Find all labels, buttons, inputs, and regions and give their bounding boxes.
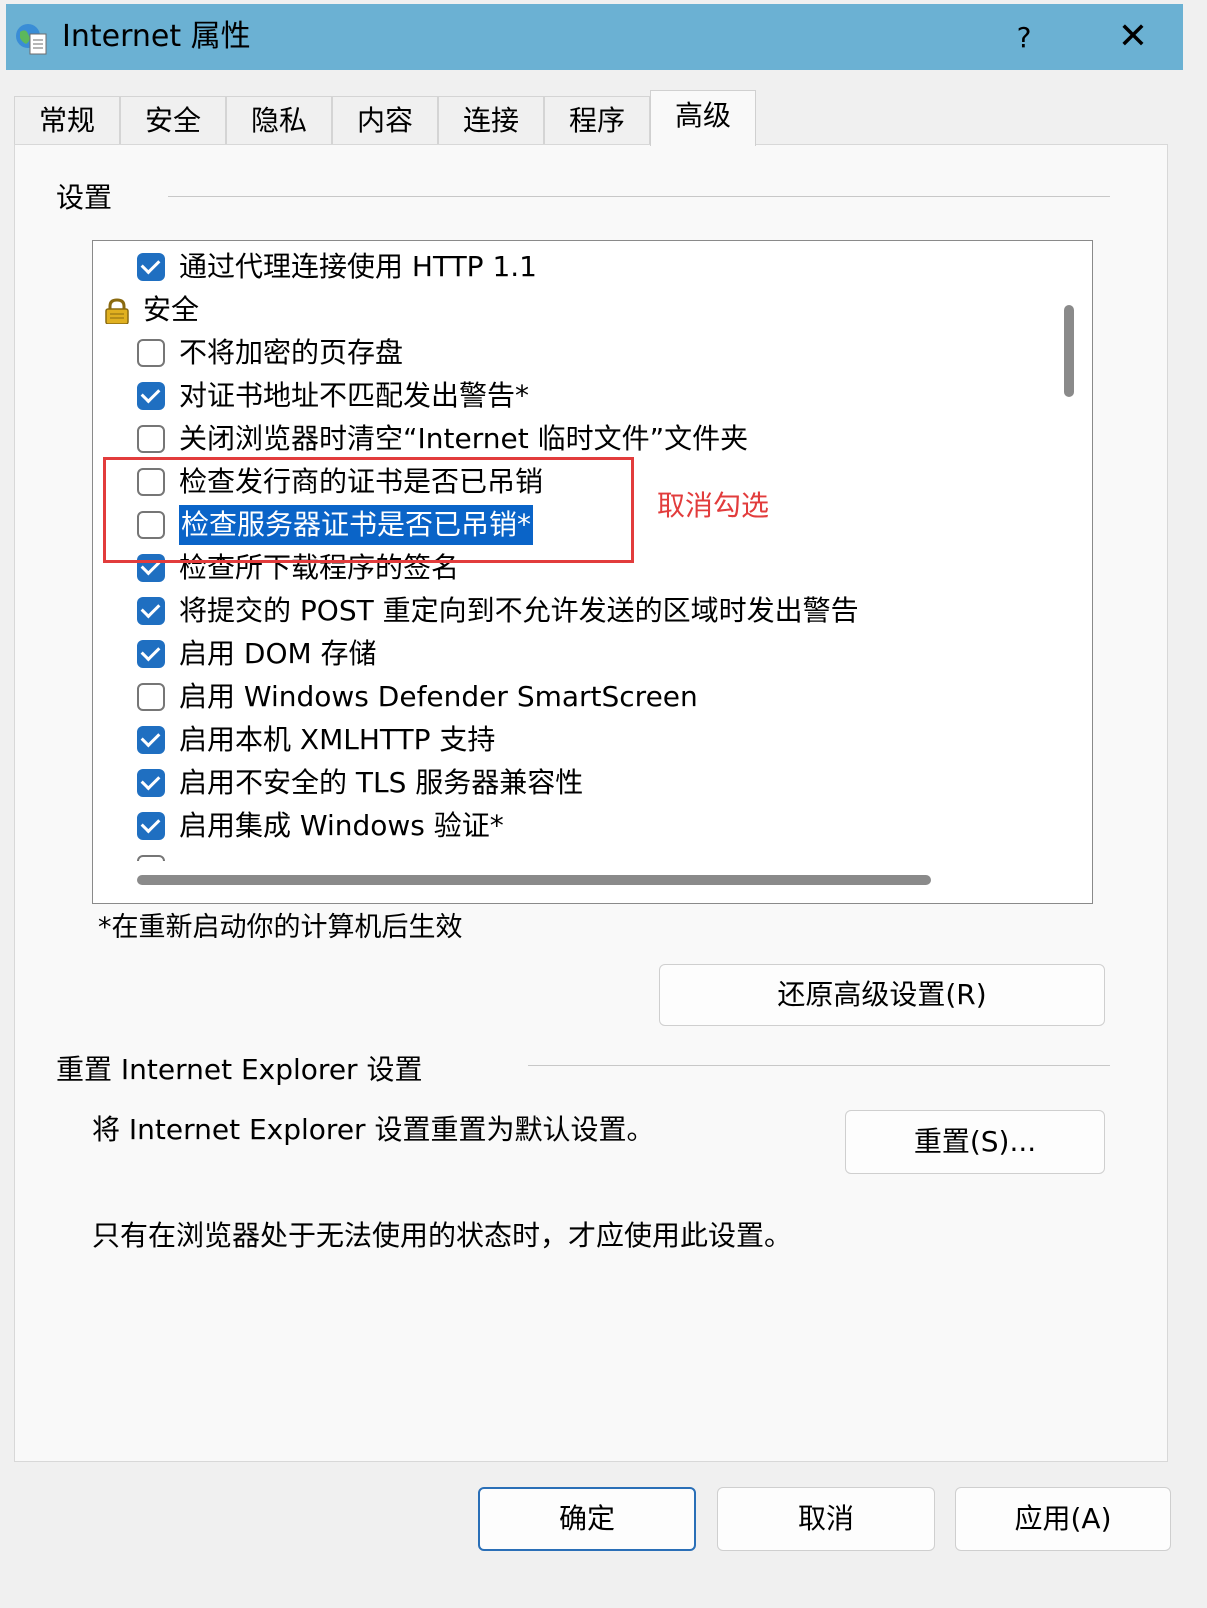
internet-options-icon [16, 24, 47, 55]
horizontal-scroll-thumb[interactable] [137, 875, 931, 885]
list-item-label: 关闭浏览器时清空“Internet 临时文件”文件夹 [179, 422, 749, 455]
tab-programs[interactable]: 程序 [544, 96, 650, 144]
restart-footnote: *在重新启动你的计算机后生效 [98, 912, 463, 943]
list-item-label: 对证书地址不匹配发出警告* [179, 379, 530, 412]
list-item-label: 通过代理连接使用 HTTP 1.1 [179, 250, 537, 283]
cancel-button[interactable]: 取消 [717, 1487, 935, 1551]
tab-security[interactable]: 安全 [120, 96, 226, 144]
settings-divider [168, 196, 1110, 197]
list-item-label: 启用集成 Windows 验证* [179, 809, 504, 842]
list-item-label: 启用不安全的 TLS 服务器兼容性 [179, 766, 584, 799]
reset-description: 将 Internet Explorer 设置重置为默认设置。 [92, 1113, 655, 1146]
vertical-scrollbar[interactable] [1050, 241, 1092, 861]
annotation-highlight-box [103, 457, 634, 563]
list-item-label: 启用 DOM 存储 [179, 637, 377, 670]
settings-group-label: 设置 [56, 180, 113, 216]
reset-divider [528, 1065, 1110, 1066]
close-button[interactable]: ✕ [1102, 14, 1164, 62]
checkbox[interactable] [137, 812, 165, 840]
help-button[interactable]: ? [994, 14, 1054, 62]
tab-content[interactable]: 内容 [332, 96, 438, 144]
checkbox[interactable] [137, 640, 165, 668]
checkbox[interactable] [137, 769, 165, 797]
checkbox[interactable] [137, 726, 165, 754]
settings-tree[interactable]: 通过代理连接使用 HTTP 1.1 安全 不将加密的页存盘 对证书地址不匹配发出… [92, 240, 1093, 904]
reset-warning: 只有在浏览器处于无法使用的状态时，才应使用此设置。 [92, 1219, 793, 1252]
checkbox[interactable] [137, 382, 165, 410]
category-label: 安全 [143, 293, 200, 326]
horizontal-scrollbar[interactable] [93, 861, 1050, 903]
checkbox[interactable] [137, 339, 165, 367]
checkbox[interactable] [137, 253, 165, 281]
list-item-label: 不将加密的页存盘 [179, 336, 404, 369]
restore-advanced-button[interactable]: 还原高级设置(R) [659, 964, 1105, 1026]
tab-general[interactable]: 常规 [14, 96, 120, 144]
checkbox[interactable] [137, 683, 165, 711]
lock-icon [105, 298, 129, 324]
list-item-label: 启用本机 XMLHTTP 支持 [179, 723, 496, 756]
title-bar: Internet 属性 ? ✕ [6, 4, 1183, 70]
window-title: Internet 属性 [62, 19, 251, 54]
apply-button[interactable]: 应用(A) [955, 1487, 1171, 1551]
reset-button[interactable]: 重置(S)... [845, 1110, 1105, 1174]
ok-button[interactable]: 确定 [478, 1487, 696, 1551]
reset-group-label: 重置 Internet Explorer 设置 [56, 1052, 423, 1088]
annotation-text: 取消勾选 [657, 489, 770, 522]
vertical-scroll-thumb[interactable] [1064, 305, 1074, 397]
list-item-label: 启用 Windows Defender SmartScreen [179, 680, 698, 713]
checkbox[interactable] [137, 425, 165, 453]
tab-advanced[interactable]: 高级 [650, 90, 756, 146]
checkbox[interactable] [137, 597, 165, 625]
tab-privacy[interactable]: 隐私 [226, 96, 332, 144]
tab-connections[interactable]: 连接 [438, 96, 544, 144]
list-item-label: 将提交的 POST 重定向到不允许发送的区域时发出警告 [179, 594, 859, 627]
